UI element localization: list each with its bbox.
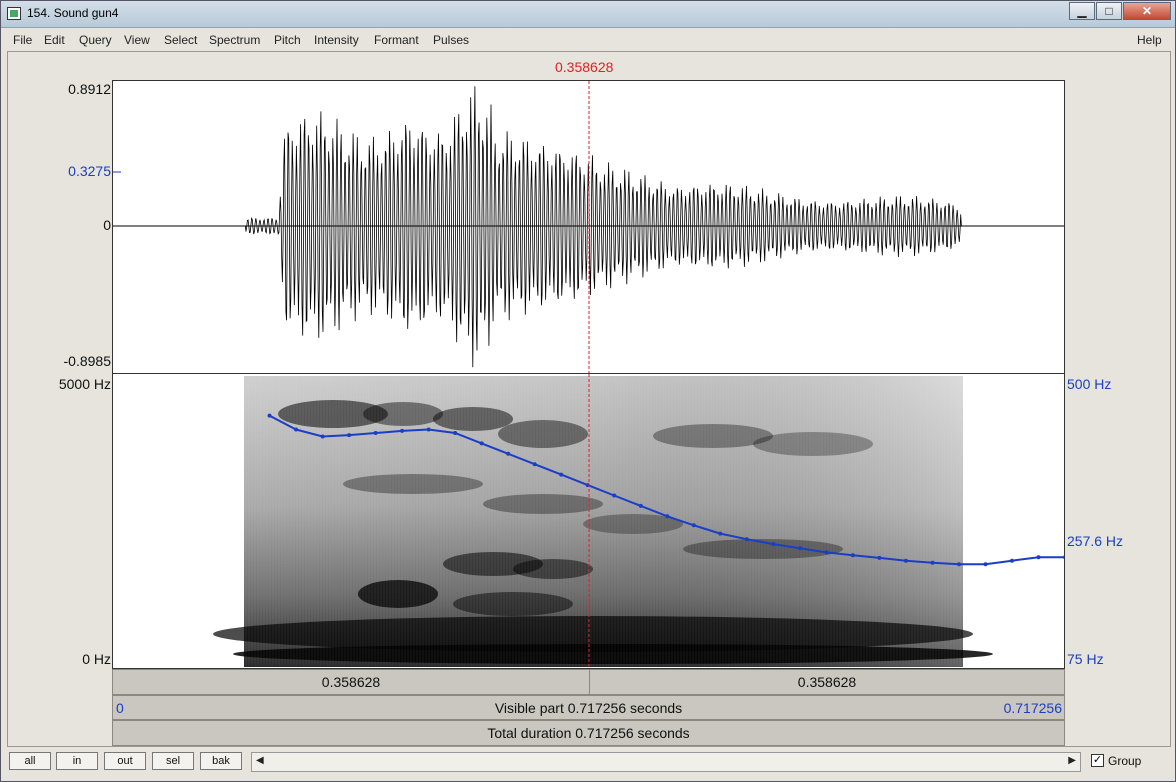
- zoom-back-button[interactable]: bak: [200, 752, 242, 770]
- zoom-selection-button[interactable]: sel: [152, 752, 194, 770]
- left-segment[interactable]: 0.358628: [113, 670, 590, 694]
- pitch-point: [612, 493, 617, 498]
- pitch-top-label: 500 Hz: [1067, 376, 1112, 392]
- minimize-button[interactable]: ▁: [1069, 2, 1095, 20]
- pitch-point: [638, 503, 643, 508]
- pitch-point: [665, 514, 670, 519]
- waveform-cursor-amplitude: 0.3275: [68, 163, 111, 179]
- menu-pitch[interactable]: Pitch: [274, 33, 301, 47]
- selection-time-bar: 0.358628 0.358628: [112, 669, 1065, 695]
- pitch-point: [824, 550, 829, 555]
- total-duration-bar[interactable]: Total duration 0.717256 seconds: [112, 720, 1065, 746]
- window-title: 154. Sound gun4: [27, 6, 119, 20]
- pitch-point: [691, 523, 696, 528]
- group-label: Group: [1108, 754, 1142, 768]
- menu-pulses[interactable]: Pulses: [433, 33, 469, 47]
- pitch-point: [320, 434, 325, 439]
- waveform-panel[interactable]: [112, 80, 1065, 374]
- scroll-left-arrow-icon[interactable]: ◀: [256, 755, 264, 766]
- group-checkbox[interactable]: ✓: [1091, 754, 1104, 767]
- pitch-point: [877, 555, 882, 560]
- spectrogram-panel[interactable]: [112, 374, 1065, 669]
- zoom-out-button[interactable]: out: [104, 752, 146, 770]
- sound-editor-window: 154. Sound gun4 ▁ □ ✕ File Edit Query Vi…: [0, 0, 1176, 782]
- left-segment-duration: 0.358628: [321, 674, 381, 690]
- pitch-point: [373, 431, 378, 435]
- close-button[interactable]: ✕: [1123, 2, 1171, 20]
- visible-part-label: Visible part 0.717256 seconds: [494, 700, 683, 716]
- scroll-right-arrow-icon[interactable]: ▶: [1068, 755, 1076, 766]
- pitch-point: [983, 562, 988, 567]
- bottom-toolbar: all in out sel bak ◀ ▶ ✓ Group: [7, 749, 1169, 777]
- menu-select[interactable]: Select: [164, 33, 197, 47]
- zoom-all-button[interactable]: all: [9, 752, 51, 770]
- pitch-point: [400, 428, 405, 433]
- waveform-ymin-label: -0.8985: [63, 353, 111, 369]
- menu-view[interactable]: View: [124, 33, 150, 47]
- menu-spectrum[interactable]: Spectrum: [209, 33, 260, 47]
- pitch-bottom-label: 75 Hz: [1067, 651, 1104, 667]
- pitch-point: [559, 472, 564, 477]
- menu-edit[interactable]: Edit: [44, 33, 65, 47]
- praat-window-icon: [7, 7, 21, 20]
- spectrogram-plot: [213, 374, 1064, 668]
- waveform-ymax-label: 0.8912: [68, 81, 111, 97]
- spectrogram-freq-top-label: 5000 Hz: [58, 376, 111, 392]
- spectrogram-freq-bottom-label: 0 Hz: [82, 651, 111, 667]
- pitch-point: [930, 560, 935, 565]
- title-bar: 154. Sound gun4 ▁ □ ✕: [1, 1, 1175, 28]
- menu-formant[interactable]: Formant: [374, 33, 419, 47]
- pitch-point: [426, 427, 431, 432]
- maximize-button[interactable]: □: [1096, 2, 1122, 20]
- pitch-point: [850, 553, 855, 558]
- menu-intensity[interactable]: Intensity: [314, 33, 359, 47]
- zoom-in-button[interactable]: in: [56, 752, 98, 770]
- cursor-time-readout: 0.358628: [555, 59, 614, 75]
- pitch-point: [1063, 555, 1064, 559]
- horizontal-scrollbar[interactable]: ◀ ▶: [251, 752, 1081, 772]
- menu-help[interactable]: Help: [1137, 33, 1162, 47]
- pitch-point: [532, 462, 537, 467]
- pitch-cursor-label: 257.6 Hz: [1067, 533, 1124, 549]
- pitch-point: [797, 546, 802, 551]
- pitch-point: [1010, 558, 1014, 563]
- pitch-point: [479, 441, 484, 446]
- pitch-point: [267, 413, 272, 418]
- pitch-point: [453, 431, 458, 435]
- menu-bar: File Edit Query View Select Spectrum Pit…: [7, 30, 1169, 50]
- menu-file[interactable]: File: [13, 33, 32, 47]
- pitch-point: [744, 537, 749, 542]
- waveform-trace: [113, 86, 1064, 368]
- menu-query[interactable]: Query: [79, 33, 112, 47]
- pitch-point: [957, 562, 961, 567]
- pitch-point: [347, 433, 352, 438]
- waveform-plot: [113, 81, 1064, 373]
- pitch-point: [771, 542, 776, 547]
- total-duration-label: Total duration 0.717256 seconds: [487, 725, 690, 741]
- pitch-point: [294, 427, 298, 432]
- right-segment[interactable]: 0.358628: [590, 670, 1064, 694]
- visible-part-bar[interactable]: 0 Visible part 0.717256 seconds 0.717256: [112, 695, 1065, 720]
- pitch-point: [903, 558, 908, 563]
- pitch-point: [506, 451, 511, 456]
- pitch-point: [1036, 555, 1041, 560]
- pitch-point: [718, 531, 723, 536]
- right-segment-duration: 0.358628: [797, 674, 857, 690]
- waveform-zero-label: 0: [103, 217, 111, 233]
- visible-end-time: 0.717256: [1003, 700, 1062, 716]
